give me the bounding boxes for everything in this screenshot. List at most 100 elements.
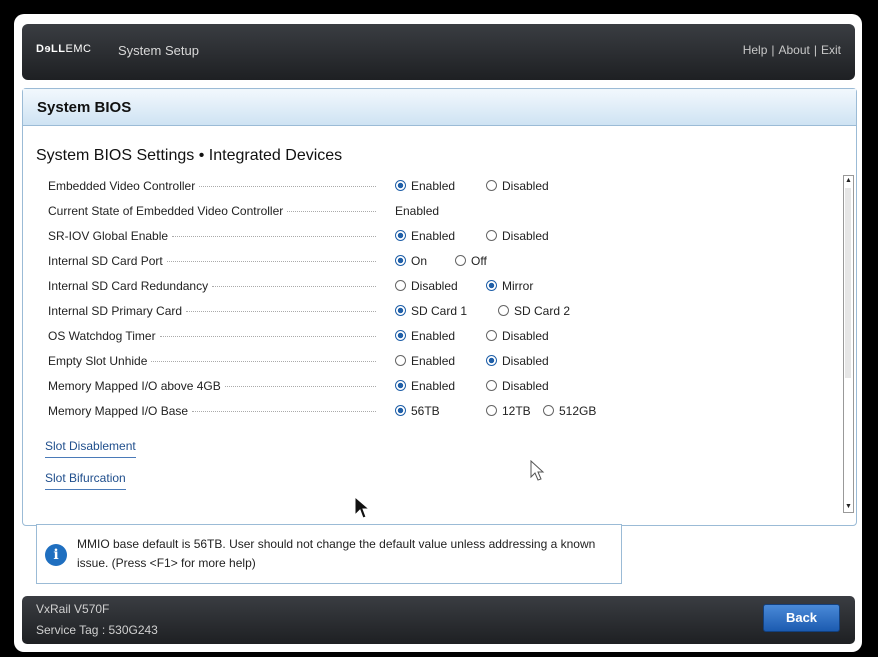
radio-unselected-icon[interactable]	[486, 180, 497, 191]
scroll-down-icon[interactable]: ▼	[844, 502, 853, 512]
bios-panel: System BIOS System BIOS Settings • Integ…	[22, 88, 857, 526]
radio-selected-icon[interactable]	[395, 405, 406, 416]
radio-option[interactable]: Off	[455, 254, 487, 268]
radio-selected-icon[interactable]	[395, 305, 406, 316]
scroll-up-icon[interactable]: ▲	[844, 176, 853, 186]
radio-option-label: Off	[471, 254, 487, 268]
leader-dots	[192, 411, 377, 413]
radio-selected-icon[interactable]	[395, 330, 406, 341]
setting-value: Enabled	[395, 204, 440, 218]
setting-label: Memory Mapped I/O above 4GB	[48, 379, 383, 393]
radio-option[interactable]: Disabled	[486, 379, 549, 393]
radio-unselected-icon[interactable]	[395, 280, 406, 291]
radio-option[interactable]: 12TB	[486, 404, 531, 418]
setting-label: Internal SD Card Port	[48, 254, 383, 268]
radio-unselected-icon[interactable]	[486, 330, 497, 341]
setting-label-text: Internal SD Card Redundancy	[48, 279, 209, 293]
app-title: System Setup	[118, 43, 199, 58]
info-icon: i	[45, 544, 67, 566]
setting-label-text: Memory Mapped I/O Base	[48, 404, 189, 418]
radio-option[interactable]: Disabled	[486, 329, 549, 343]
leader-dots	[199, 186, 377, 188]
setting-label-text: OS Watchdog Timer	[48, 329, 156, 343]
link-separator: |	[813, 43, 817, 57]
setting-row: Embedded Video Controller Enabled Disabled	[48, 177, 828, 197]
radio-unselected-icon[interactable]	[486, 230, 497, 241]
radio-option-label: On	[411, 254, 428, 268]
radio-option-label: SD Card 1	[411, 304, 468, 318]
radio-option[interactable]: Enabled	[395, 354, 455, 368]
radio-option[interactable]: Enabled	[395, 179, 455, 193]
radio-selected-icon[interactable]	[395, 255, 406, 266]
radio-option-label: SD Card 2	[514, 304, 571, 318]
radio-unselected-icon[interactable]	[486, 405, 497, 416]
pointer-cursor-icon	[530, 460, 545, 481]
radio-option-label: Enabled	[411, 354, 456, 368]
radio-option[interactable]: Disabled	[395, 279, 458, 293]
setting-row: Memory Mapped I/O above 4GB Enabled Disabl…	[48, 377, 828, 397]
radio-unselected-icon[interactable]	[395, 355, 406, 366]
setting-label: OS Watchdog Timer	[48, 329, 383, 343]
radio-option[interactable]: Disabled	[486, 229, 549, 243]
setting-row: Internal SD Card Redundancy Disabled Mirro…	[48, 277, 828, 297]
radio-selected-icon[interactable]	[486, 280, 497, 291]
slot-disablement-link[interactable]: Slot Disablement	[45, 439, 136, 458]
help-link[interactable]: Help	[743, 43, 768, 57]
radio-selected-icon[interactable]	[486, 355, 497, 366]
radio-option[interactable]: Disabled	[486, 179, 549, 193]
help-text: MMIO base default is 56TB. User should n…	[77, 537, 596, 570]
radio-option-label: Disabled	[411, 279, 458, 293]
leader-dots	[224, 386, 376, 388]
exit-link[interactable]: Exit	[821, 43, 841, 57]
scrollbar-thumb[interactable]	[845, 188, 851, 378]
radio-option[interactable]: Enabled	[395, 229, 455, 243]
service-tag: Service Tag : 530G243	[36, 623, 158, 637]
header-links: Help | About | Exit	[743, 43, 841, 57]
radio-option-label: Enabled	[411, 329, 456, 343]
radio-option[interactable]: On	[395, 254, 427, 268]
leader-dots	[151, 361, 377, 363]
radio-selected-icon[interactable]	[395, 230, 406, 241]
about-link[interactable]: About	[779, 43, 810, 57]
radio-option[interactable]: SD Card 2	[498, 304, 570, 318]
setting-label-text: Memory Mapped I/O above 4GB	[48, 379, 221, 393]
setting-label: SR-IOV Global Enable	[48, 229, 383, 243]
setting-row: Empty Slot Unhide Enabled Disabled	[48, 352, 828, 372]
setting-label-text: Internal SD Card Port	[48, 254, 163, 268]
system-model: VxRail V570F	[36, 602, 110, 616]
setting-label: Current State of Embedded Video Controll…	[48, 204, 383, 218]
leader-dots	[166, 261, 376, 263]
radio-option[interactable]: SD Card 1	[395, 304, 467, 318]
radio-option[interactable]: Enabled	[395, 329, 455, 343]
setting-label-text: Empty Slot Unhide	[48, 354, 148, 368]
radio-unselected-icon[interactable]	[498, 305, 509, 316]
help-box: i MMIO base default is 56TB. User should…	[36, 524, 622, 584]
radio-unselected-icon[interactable]	[486, 380, 497, 391]
radio-option-label: Disabled	[502, 179, 549, 193]
setting-label: Internal SD Card Redundancy	[48, 279, 383, 293]
setting-label-text: Embedded Video Controller	[48, 179, 196, 193]
leader-dots	[186, 311, 377, 313]
radio-option[interactable]: Enabled	[395, 379, 455, 393]
mouse-cursor-icon	[354, 496, 371, 519]
vertical-scrollbar[interactable]: ▲ ▼	[843, 175, 854, 513]
radio-unselected-icon[interactable]	[543, 405, 554, 416]
radio-unselected-icon[interactable]	[455, 255, 466, 266]
link-separator: |	[771, 43, 775, 57]
top-bar: DɘLLEMC System Setup Help | About | Exit	[22, 24, 855, 80]
radio-option[interactable]: 512GB	[543, 404, 596, 418]
setting-row: Current State of Embedded Video Controll…	[48, 202, 828, 222]
setup-window: DɘLLEMC System Setup Help | About | Exit Sys…	[14, 14, 862, 652]
radio-selected-icon[interactable]	[395, 180, 406, 191]
settings-list: Embedded Video Controller Enabled Disabled…	[23, 177, 843, 517]
radio-option[interactable]: Mirror	[486, 279, 533, 293]
leader-dots	[159, 336, 376, 338]
slot-bifurcation-link[interactable]: Slot Bifurcation	[45, 471, 126, 490]
setting-label: Embedded Video Controller	[48, 179, 383, 193]
radio-option[interactable]: Disabled	[486, 354, 549, 368]
back-button[interactable]: Back	[763, 604, 840, 632]
radio-option-label: Mirror	[502, 279, 534, 293]
radio-selected-icon[interactable]	[395, 380, 406, 391]
radio-option[interactable]: 56TB	[395, 404, 440, 418]
setting-label-text: Current State of Embedded Video Controll…	[48, 204, 284, 218]
